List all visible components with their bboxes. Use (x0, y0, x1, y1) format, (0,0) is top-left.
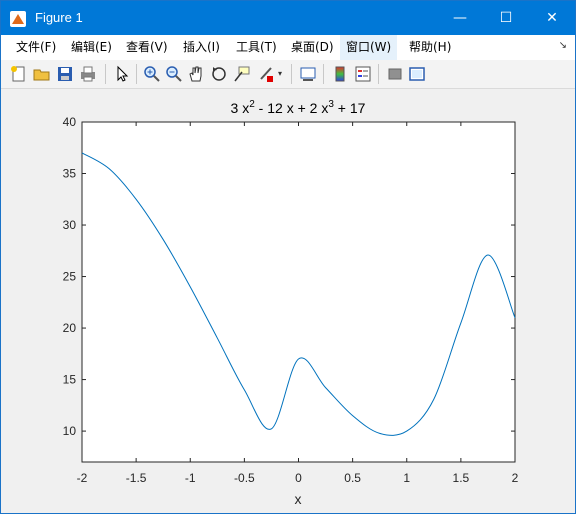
toolbar-separator (323, 64, 324, 84)
plot-canvas: 3 x2 - 12 x + 2 x3 + 17 -2 -1.5 -1 -0.5 0 0.5… (63, 99, 519, 507)
colorbar-icon[interactable] (331, 65, 349, 83)
pan-hand-icon[interactable] (187, 65, 205, 83)
axes-box (81, 121, 516, 463)
menu-file[interactable]: 文件(F) (10, 35, 62, 60)
new-figure-icon[interactable] (10, 65, 28, 83)
close-button[interactable]: ✕ (529, 1, 575, 35)
menu-insert[interactable]: 插入(I) (177, 35, 226, 60)
x-tick-label: -1.5 (126, 471, 147, 485)
chart-title: 3 x2 - 12 x + 2 x3 + 17 (231, 99, 366, 116)
menu-view[interactable]: 查看(V) (120, 35, 174, 60)
x-tick-label: 0 (295, 471, 302, 485)
x-tick-label: 2 (512, 471, 519, 485)
window-title: Figure 1 (35, 10, 83, 25)
x-axis-label: x (295, 491, 302, 507)
x-tick-label: 1 (403, 471, 410, 485)
menu-bar: 文件(F) 编辑(E) 查看(V) 插入(I) 工具(T) 桌面(D) 窗口(W… (1, 35, 575, 60)
zoom-out-icon[interactable] (165, 65, 183, 83)
menu-desktop[interactable]: 桌面(D) (285, 35, 340, 60)
y-tick-label: 30 (63, 218, 77, 232)
rotate-3d-icon[interactable] (210, 65, 228, 83)
y-tick-label: 35 (63, 167, 77, 181)
y-tick-label: 40 (63, 115, 77, 129)
y-tick-label: 25 (63, 270, 77, 284)
title-bar[interactable]: Figure 1 — ☐ ✕ (1, 1, 575, 35)
open-file-icon[interactable] (33, 65, 51, 83)
toolbar-separator (378, 64, 379, 84)
link-plot-icon[interactable] (299, 65, 317, 83)
x-tick-label: -1 (185, 471, 196, 485)
zoom-in-icon[interactable] (143, 65, 161, 83)
data-cursor-icon[interactable] (233, 65, 251, 83)
y-tick-label: 20 (63, 321, 77, 335)
brush-dropdown-icon[interactable]: ▾ (278, 65, 286, 83)
y-tick-label: 15 (63, 373, 77, 387)
toolbar-separator (136, 64, 137, 84)
minimize-button[interactable]: — (437, 1, 483, 35)
print-icon[interactable] (79, 65, 97, 83)
figure-window: Figure 1 — ☐ ✕ 文件(F) 编辑(E) 查看(V) 插入(I) 工… (0, 0, 576, 514)
x-tick-label: 1.5 (453, 471, 470, 485)
y-tick-label: 10 (63, 424, 77, 438)
figure-area: 3 x2 - 12 x + 2 x3 + 17 -2 -1.5 -1 -0.5 0 0.5… (1, 89, 575, 513)
toolbar-separator (105, 64, 106, 84)
x-tick-label: -2 (77, 471, 88, 485)
brush-icon[interactable] (257, 65, 275, 83)
legend-icon[interactable] (354, 65, 372, 83)
x-tick-label: 0.5 (344, 471, 361, 485)
menu-help[interactable]: 帮助(H) (403, 35, 457, 60)
maximize-button[interactable]: ☐ (483, 1, 529, 35)
menu-edit[interactable]: 编辑(E) (65, 35, 118, 60)
toolbar: ▾ (1, 60, 575, 89)
menu-overflow-icon[interactable]: ↘ (559, 40, 567, 51)
save-icon[interactable] (56, 65, 74, 83)
menu-tools[interactable]: 工具(T) (230, 35, 283, 60)
hide-plot-tools-icon[interactable] (386, 65, 404, 83)
toolbar-separator (291, 64, 292, 84)
pointer-icon[interactable] (113, 65, 131, 83)
x-tick-label: -0.5 (234, 471, 255, 485)
menu-window[interactable]: 窗口(W) (340, 35, 398, 60)
show-plot-tools-icon[interactable] (408, 65, 426, 83)
matlab-logo-icon (10, 11, 26, 27)
